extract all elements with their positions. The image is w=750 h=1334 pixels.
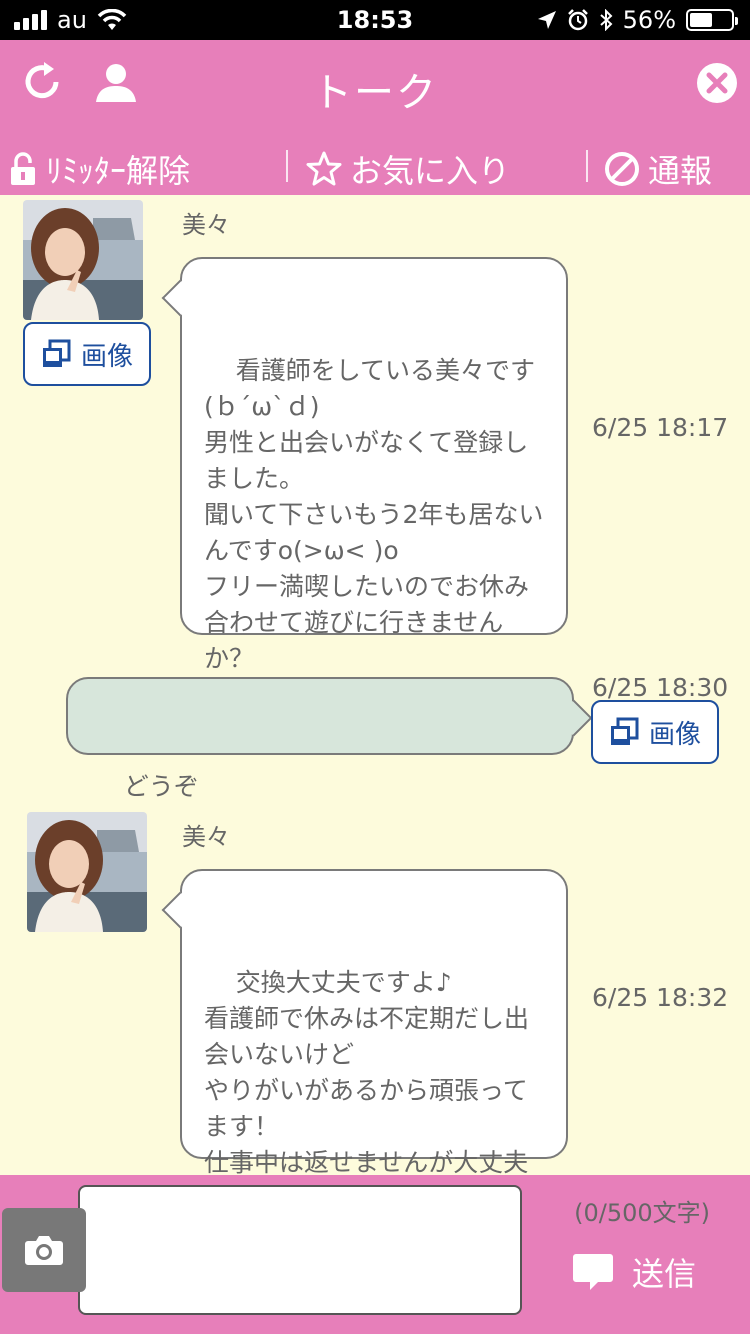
char-counter: (0/500文字) [574, 1199, 710, 1227]
camera-icon [25, 1236, 63, 1265]
star-icon [306, 151, 342, 186]
toolbar-divider [586, 150, 588, 182]
battery-percent: 56% [622, 6, 676, 34]
chat-area[interactable]: 画像 美々 看護師をしている美々です (ｂ´ω`ｄ) 男性と出会いがなくて登録し… [0, 195, 750, 1213]
page-title: トーク [312, 70, 438, 116]
chat-bubble-icon [573, 1254, 613, 1290]
message-text: 看護師をしている美々です (ｂ´ω`ｄ) 男性と出会いがなくて登録しました。 聞… [204, 356, 544, 673]
camera-button[interactable] [2, 1208, 86, 1292]
prohibited-icon [605, 152, 639, 186]
toolbar-divider [286, 150, 288, 182]
image-icon [610, 717, 639, 745]
battery-icon [686, 9, 738, 31]
bluetooth-icon [599, 9, 613, 31]
send-button[interactable]: 送信 [572, 1249, 696, 1295]
lock-icon [11, 152, 35, 185]
avatar[interactable] [27, 812, 147, 932]
status-bar: au 18:53 56% [0, 0, 750, 40]
image-icon [42, 339, 71, 367]
avatar[interactable] [23, 200, 143, 320]
image-button[interactable]: 画像 [23, 322, 151, 386]
favorite-label: お気に入り [350, 152, 511, 190]
image-button-label: 画像 [648, 719, 701, 750]
alarm-icon [567, 9, 588, 31]
toolbar: ﾘﾐｯﾀｰ解除 お気に入り 通報 [0, 140, 750, 190]
image-button[interactable]: 画像 [591, 700, 719, 764]
bubble-tail [161, 279, 199, 317]
message-time: 6/25 18:32 [592, 983, 729, 1012]
favorite-button[interactable]: お気に入り [306, 146, 510, 192]
message-input[interactable] [78, 1185, 522, 1315]
received-message-bubble[interactable]: 交換大丈夫ですよ♪ 看護師で休みは不定期だし出会いないけど やりがいがあるから頑… [161, 869, 568, 1213]
header: トーク ﾘﾐｯﾀｰ解除 お気に入り 通報 [0, 40, 750, 195]
bubble-tail [161, 891, 199, 929]
report-button[interactable]: 通報 [604, 146, 712, 192]
sender-name: 美々 [182, 211, 230, 239]
image-button-label: 画像 [80, 341, 133, 372]
report-label: 通報 [648, 152, 713, 190]
avatar-photo [23, 200, 143, 320]
send-label: 送信 [632, 1255, 697, 1293]
message-time: 6/25 18:30 [592, 673, 729, 702]
composer-bar: (0/500文字) 送信 [0, 1175, 750, 1334]
limiter-release-label: ﾘﾐｯﾀｰ解除 [46, 152, 191, 190]
sender-name: 美々 [182, 823, 230, 851]
limiter-release-button[interactable]: ﾘﾐｯﾀｰ解除 [8, 146, 190, 192]
location-icon [537, 11, 556, 29]
message-text: どうぞ [123, 772, 199, 801]
sent-message-bubble[interactable]: どうぞ [66, 677, 593, 801]
message-time: 6/25 18:17 [592, 413, 729, 442]
bubble-tail [555, 699, 593, 737]
close-icon[interactable] [696, 62, 738, 104]
status-right: 56% [537, 6, 738, 34]
avatar-photo [27, 812, 147, 932]
received-message-bubble[interactable]: 看護師をしている美々です (ｂ´ω`ｄ) 男性と出会いがなくて登録しました。 聞… [161, 257, 568, 673]
